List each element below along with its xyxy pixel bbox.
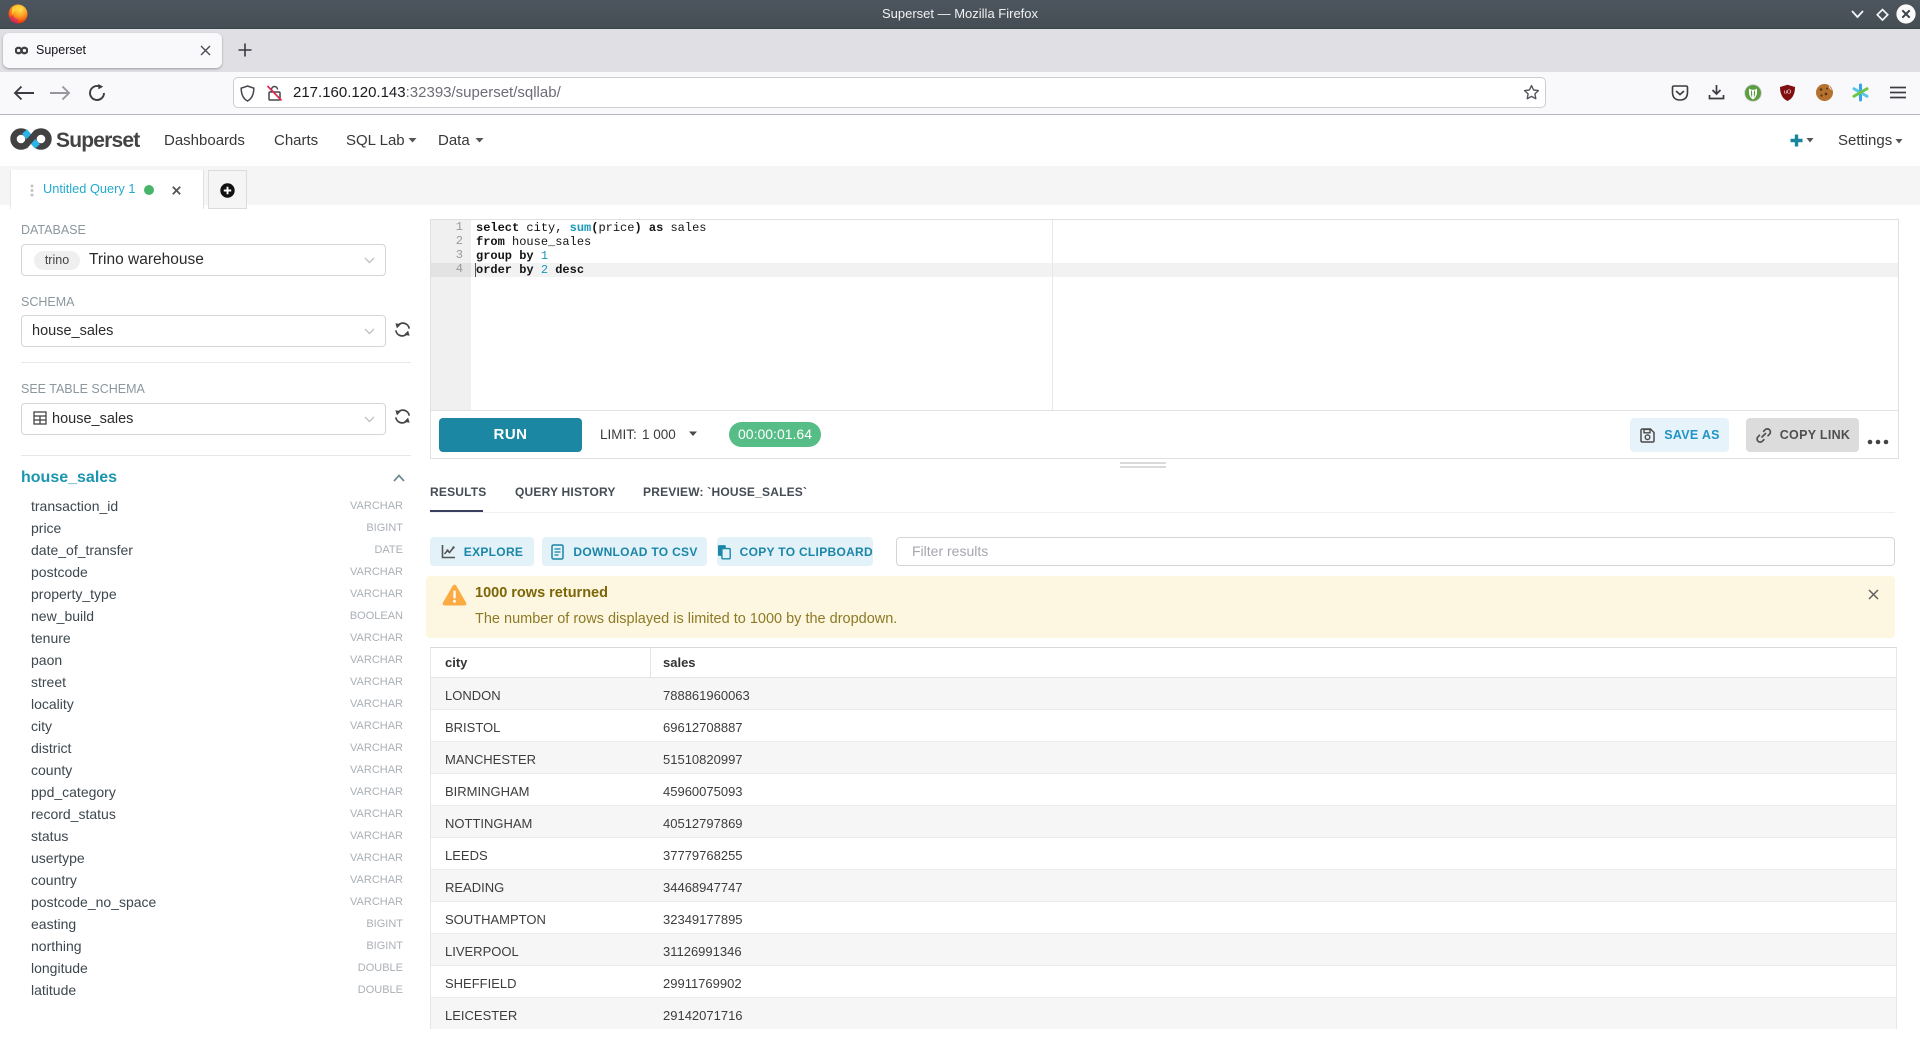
svg-text:uO: uO <box>1784 90 1792 96</box>
